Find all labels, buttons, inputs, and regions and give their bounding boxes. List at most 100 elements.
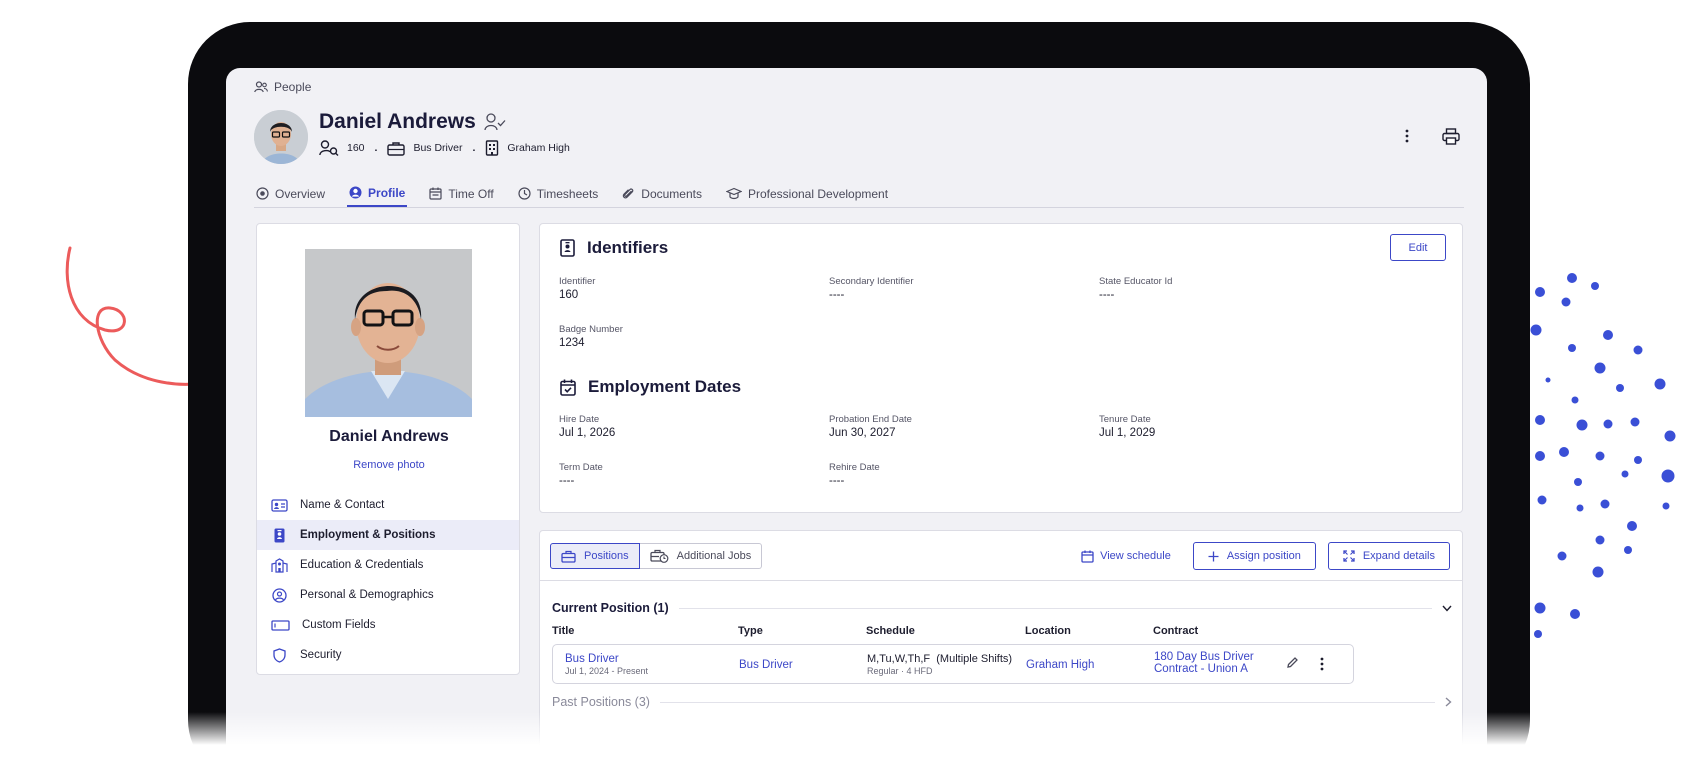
profile-photo xyxy=(305,249,472,417)
assign-position-button[interactable]: Assign position xyxy=(1192,542,1316,570)
shield-icon xyxy=(273,647,286,663)
field-identifier: Identifier 160 xyxy=(559,276,595,301)
profile-name: Daniel Andrews xyxy=(329,428,449,445)
print-button[interactable] xyxy=(1439,124,1463,148)
nav-item-label: Personal & Demographics xyxy=(300,589,434,601)
view-schedule-button[interactable]: View schedule xyxy=(1071,543,1181,569)
tab-overview[interactable]: Overview xyxy=(254,180,327,207)
schedule-detail: Regular · 4 HFD xyxy=(867,666,933,676)
person-position: Bus Driver xyxy=(413,142,463,154)
field-label: Term Date xyxy=(559,462,603,473)
identifiers-heading: Identifiers xyxy=(560,238,668,258)
tab-timesheets[interactable]: Timesheets xyxy=(516,180,601,207)
current-position-header[interactable]: Current Position (1) xyxy=(552,601,1452,615)
user-circle-icon xyxy=(349,186,362,199)
additional-jobs-tab-button[interactable]: Additional Jobs xyxy=(639,543,763,569)
tab-profile[interactable]: Profile xyxy=(347,180,408,207)
chevron-right-icon[interactable] xyxy=(1445,697,1452,707)
table-row[interactable]: Bus Driver Jul 1, 2024 - Present Bus Dri… xyxy=(552,644,1354,684)
tab-label: Profile xyxy=(368,185,406,200)
nav-item-label: Education & Credentials xyxy=(300,559,424,571)
nav-item-custom-fields[interactable]: Custom Fields xyxy=(257,610,519,640)
field-label: Badge Number xyxy=(559,324,623,335)
current-position-title: Current Position (1) xyxy=(552,601,669,615)
pencil-icon xyxy=(1287,657,1298,668)
field-tenure-date: Tenure Date Jul 1, 2029 xyxy=(1099,414,1155,439)
view-schedule-label: View schedule xyxy=(1100,550,1171,562)
employee-number: 160 xyxy=(347,142,365,154)
nav-item-security[interactable]: Security xyxy=(257,640,519,670)
field-value: ---- xyxy=(559,475,575,487)
field-value: ---- xyxy=(1099,289,1115,301)
briefcase-icon xyxy=(561,550,576,563)
field-probation-end-date: Probation End Date Jun 30, 2027 xyxy=(829,414,912,439)
nav-item-label: Name & Contact xyxy=(300,499,385,511)
nav-item-employment-positions[interactable]: Employment & Positions xyxy=(257,520,519,550)
expand-details-button[interactable]: Expand details xyxy=(1327,542,1450,570)
clock-icon xyxy=(518,187,531,200)
column-header: Schedule xyxy=(866,625,915,637)
bottom-fade xyxy=(180,712,1540,759)
positions-segment-control: Positions Additional Jobs xyxy=(550,543,763,569)
positions-tab-button[interactable]: Positions xyxy=(550,543,640,569)
people-icon xyxy=(254,81,268,93)
field-label: Rehire Date xyxy=(829,462,880,473)
edit-button[interactable]: Edit xyxy=(1390,234,1446,261)
target-icon xyxy=(256,187,269,200)
field-secondary-identifier: Secondary Identifier ---- xyxy=(829,276,914,301)
cell-location: Graham High xyxy=(1026,659,1094,671)
calendar-icon xyxy=(1081,550,1094,563)
breadcrumb[interactable]: People xyxy=(254,80,311,94)
tab-label: Professional Development xyxy=(747,186,889,201)
nav-item-label: Security xyxy=(300,649,342,661)
profile-card: Daniel Andrews Remove photo Name & Conta… xyxy=(256,223,520,675)
edit-row-button[interactable] xyxy=(1286,656,1299,674)
cell-type: Bus Driver xyxy=(739,659,793,671)
meta-separator: . xyxy=(472,142,476,154)
column-header: Contract xyxy=(1153,625,1199,637)
tab-time-off[interactable]: Time Off xyxy=(427,180,495,207)
nav-item-name-contact[interactable]: Name & Contact xyxy=(257,490,519,520)
identifiers-title: Identifiers xyxy=(587,238,669,257)
person-location: Graham High xyxy=(507,142,570,154)
tab-label: Timesheets xyxy=(536,186,599,201)
profile-section-nav: Name & Contact Employment & Positions Ed… xyxy=(257,490,519,670)
contract-link-line1[interactable]: 180 Day Bus Driver xyxy=(1154,651,1254,663)
past-positions-header[interactable]: Past Positions (3) xyxy=(552,695,1452,709)
cell-schedule: M,Tu,W,Th,F (Multiple Shifts) Regular · … xyxy=(867,653,1012,676)
row-more-button[interactable] xyxy=(1320,657,1324,676)
field-hire-date: Hire Date Jul 1, 2026 xyxy=(559,414,615,439)
tab-professional-development[interactable]: Professional Development xyxy=(724,180,890,207)
column-header: Location xyxy=(1025,625,1071,637)
header-actions xyxy=(1395,124,1463,148)
user-check-icon xyxy=(484,113,506,131)
field-value: 1234 xyxy=(559,337,585,349)
remove-photo-link[interactable]: Remove photo xyxy=(257,459,521,471)
additional-jobs-tab-label: Additional Jobs xyxy=(676,550,752,562)
contract-link-line2[interactable]: Contract - Union A xyxy=(1154,663,1254,675)
meta-separator: . xyxy=(374,142,378,154)
breadcrumb-label: People xyxy=(274,80,312,94)
person-circle-icon xyxy=(272,587,287,603)
tab-label: Documents xyxy=(641,186,702,201)
nav-item-personal-demographics[interactable]: Personal & Demographics xyxy=(257,580,519,610)
chevron-down-icon[interactable] xyxy=(1442,605,1452,612)
position-title-link[interactable]: Bus Driver xyxy=(565,653,648,665)
kebab-icon xyxy=(1405,129,1409,143)
schedule-days: M,Tu,W,Th,F (Multiple Shifts) xyxy=(867,653,1013,665)
position-type-link[interactable]: Bus Driver xyxy=(739,659,793,671)
nav-item-label: Employment & Positions xyxy=(300,529,436,541)
more-options-button[interactable] xyxy=(1395,124,1419,148)
person-name: Daniel Andrews xyxy=(319,110,476,133)
field-label: Hire Date xyxy=(559,414,600,425)
location-link[interactable]: Graham High xyxy=(1026,659,1094,671)
field-value: Jun 30, 2027 xyxy=(829,427,896,439)
calendar-check-icon xyxy=(560,379,576,396)
positions-table-header: Title Type Schedule Location Contract xyxy=(552,625,1452,641)
nav-item-education-credentials[interactable]: Education & Credentials xyxy=(257,550,519,580)
positions-tab-label: Positions xyxy=(584,550,629,562)
person-meta: 160 . Bus Driver . Graham High xyxy=(319,140,570,156)
tab-documents[interactable]: Documents xyxy=(620,180,704,207)
field-term-date: Term Date ---- xyxy=(559,462,603,487)
expand-details-label: Expand details xyxy=(1362,550,1435,562)
